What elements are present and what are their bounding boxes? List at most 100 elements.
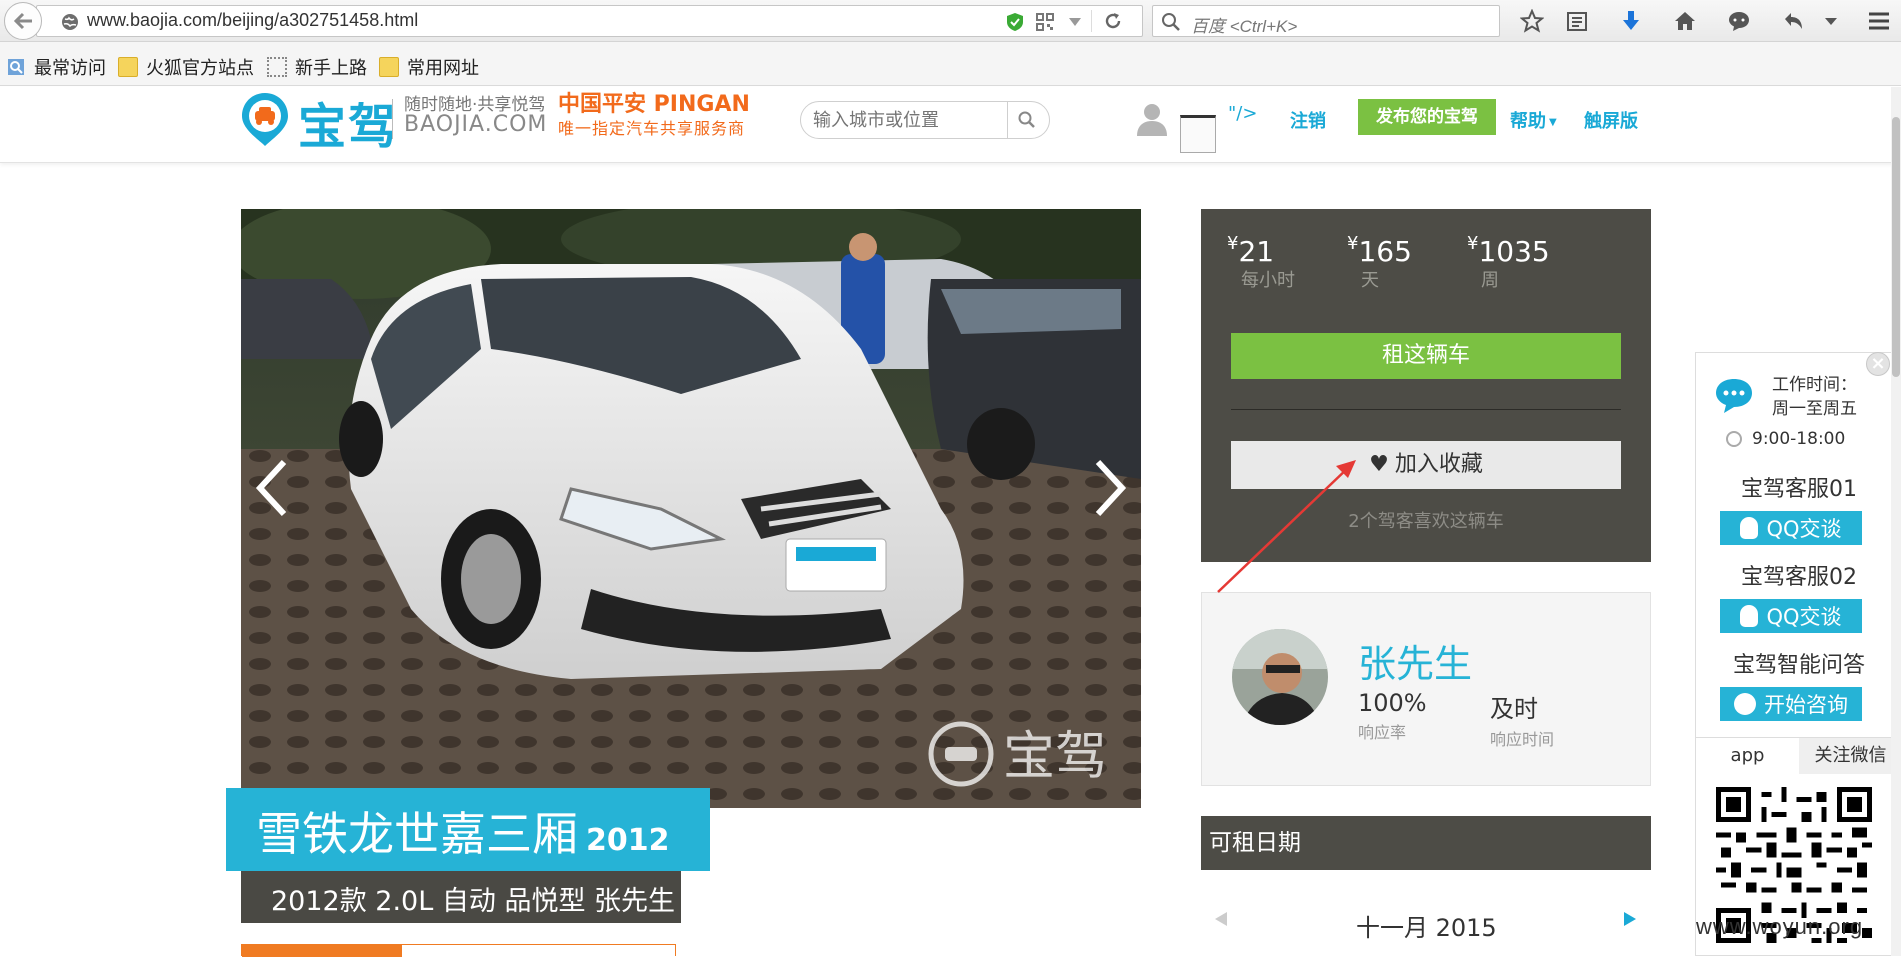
user-avatar-icon[interactable] xyxy=(1134,101,1170,137)
tab-wechat[interactable]: 关注微信 xyxy=(1799,738,1901,774)
bookmark-label: 新手上路 xyxy=(295,58,367,79)
response-rate: 100% 响应率 xyxy=(1358,689,1427,743)
bookmark-label: 火狐官方站点 xyxy=(146,58,254,79)
work-hours: 9:00-18:00 xyxy=(1726,429,1845,449)
search-icon xyxy=(1162,13,1180,31)
heart-icon: ♥ xyxy=(1369,452,1389,477)
agent-name-1: 宝驾客服01 xyxy=(1741,477,1857,502)
likes-count: 2个驾客喜欢这辆车 xyxy=(1348,511,1504,532)
menu-icon[interactable] xyxy=(1866,8,1892,34)
price-value: 1035 xyxy=(1478,235,1550,268)
touch-version-link[interactable]: 触屏版 xyxy=(1584,107,1638,133)
rent-car-button[interactable]: 租这辆车 xyxy=(1231,333,1621,379)
city-search-input[interactable] xyxy=(813,108,1003,132)
detail-tabs[interactable] xyxy=(241,944,676,957)
blank-page-icon xyxy=(267,57,287,77)
bookmark-firefox-sites[interactable]: 火狐官方站点 xyxy=(118,54,254,80)
qq-penguin-icon xyxy=(1740,605,1759,627)
widget-tabs: app 关注微信 xyxy=(1696,737,1901,774)
car-subtitle: 2012款 2.0L 自动 品悦型 张先生 xyxy=(271,886,676,917)
bookmark-star-icon[interactable] xyxy=(1519,8,1545,34)
currency-symbol: ¥ xyxy=(1467,233,1479,254)
folder-icon xyxy=(379,57,399,77)
tab-app[interactable]: app xyxy=(1696,738,1799,774)
shield-icon[interactable] xyxy=(1005,12,1025,32)
calendar-prev-icon[interactable] xyxy=(1215,912,1227,926)
url-text[interactable]: www.baojia.com/beijing/a302751458.html xyxy=(87,10,418,31)
chat-bubble-icon[interactable] xyxy=(1726,8,1752,34)
address-bar[interactable]: www.baojia.com/beijing/a302751458.html xyxy=(36,5,1143,37)
slogan-en: BAOJIA.COM xyxy=(404,112,548,137)
car-photo-image: 宝驾 xyxy=(241,209,1141,808)
price-value: 21 xyxy=(1238,235,1275,268)
bookmarks-bar: 最常访问 火狐官方站点 新手上路 常用网址 xyxy=(0,42,1901,86)
ai-qa-title: 宝驾智能问答 xyxy=(1732,653,1865,678)
price-hourly: ¥21 每小时 xyxy=(1227,233,1295,292)
owner-avatar[interactable] xyxy=(1232,629,1328,725)
city-search-box xyxy=(800,101,1050,139)
logo-text[interactable]: 宝驾 xyxy=(298,87,398,157)
scrollbar-thumb[interactable] xyxy=(1892,117,1900,377)
qq-button-label: QQ交谈 xyxy=(1766,517,1842,541)
chat-bubble-icon xyxy=(1716,379,1752,413)
page-scrollbar[interactable] xyxy=(1891,87,1901,956)
owner-name[interactable]: 张先生 xyxy=(1358,633,1472,688)
logo-divider xyxy=(392,99,393,139)
reading-list-icon[interactable] xyxy=(1564,8,1590,34)
work-time: 工作时间： 周一至周五 xyxy=(1772,373,1857,421)
next-photo-arrow-icon[interactable] xyxy=(1090,458,1130,518)
browser-search-bar[interactable]: 百度 <Ctrl+K> xyxy=(1152,5,1500,37)
qq-button-label: QQ交谈 xyxy=(1766,605,1842,629)
partner-sub: 唯一指定汽车共享服务商 xyxy=(558,119,746,138)
response-time-label: 响应时间 xyxy=(1490,730,1555,749)
currency-symbol: ¥ xyxy=(1347,233,1359,254)
arrow-left-icon xyxy=(13,12,32,30)
work-days: 周一至周五 xyxy=(1772,399,1857,419)
panel-divider xyxy=(1231,409,1621,410)
price-unit: 每小时 xyxy=(1241,270,1295,291)
download-icon[interactable] xyxy=(1618,8,1644,34)
work-hours-text: 9:00-18:00 xyxy=(1752,429,1846,449)
back-button[interactable] xyxy=(4,2,42,40)
photo-watermark: 宝驾 xyxy=(1003,727,1107,787)
undo-icon[interactable] xyxy=(1780,8,1806,34)
start-consult-button[interactable]: 开始咨询 xyxy=(1720,687,1862,721)
consult-button-label: 开始咨询 xyxy=(1764,693,1848,717)
qq-chat-button-2[interactable]: QQ交谈 xyxy=(1720,599,1862,633)
bookmark-most-visited[interactable]: 最常访问 xyxy=(6,54,106,80)
search-icon[interactable] xyxy=(1017,110,1037,130)
magnifier-page-icon xyxy=(8,59,24,75)
detail-tab-active[interactable] xyxy=(242,945,402,957)
availability-heading: 可租日期 xyxy=(1201,816,1651,870)
logout-link[interactable]: 注销 xyxy=(1290,107,1326,133)
chevron-down-icon[interactable] xyxy=(1818,8,1844,34)
add-favorite-button[interactable]: ♥ 加入收藏 xyxy=(1231,441,1621,489)
dropdown-arrow-icon[interactable] xyxy=(1069,18,1081,26)
prev-photo-arrow-icon[interactable] xyxy=(252,458,292,518)
response-rate-label: 响应率 xyxy=(1358,723,1407,742)
bookmark-getting-started[interactable]: 新手上路 xyxy=(267,54,367,80)
bookmark-label: 最常访问 xyxy=(34,58,106,79)
broken-image-icon xyxy=(1180,115,1216,153)
home-icon[interactable] xyxy=(1672,8,1698,34)
work-time-label: 工作时间： xyxy=(1772,375,1857,395)
browser-search-placeholder: 百度 <Ctrl+K> xyxy=(1191,17,1298,36)
help-label: 帮助 xyxy=(1510,111,1546,132)
baojia-logo-icon[interactable] xyxy=(240,91,290,147)
partner-logo: 中国平安 PINGAN 唯一指定汽车共享服务商 xyxy=(558,93,750,141)
publish-car-button[interactable]: 发布您的宝驾 xyxy=(1358,99,1496,135)
bookmark-common-sites[interactable]: 常用网址 xyxy=(379,54,479,80)
close-widget-button[interactable]: × xyxy=(1866,352,1890,376)
calendar-next-icon[interactable] xyxy=(1624,912,1636,926)
response-time: 及时 响应时间 xyxy=(1490,689,1554,750)
agent-name-2: 宝驾客服02 xyxy=(1741,565,1857,590)
customer-service-widget: 工作时间： 周一至周五 9:00-18:00 宝驾客服01 QQ交谈 宝驾客服0… xyxy=(1695,352,1901,956)
qq-chat-button-1[interactable]: QQ交谈 xyxy=(1720,511,1862,545)
currency-symbol: ¥ xyxy=(1227,233,1239,254)
reload-icon[interactable] xyxy=(1103,11,1123,31)
car-photo[interactable]: 宝驾 xyxy=(241,209,1141,808)
price-weekly: ¥1035 周 xyxy=(1467,233,1550,292)
help-menu[interactable]: 帮助 ▼ xyxy=(1510,107,1557,133)
qr-code-icon[interactable] xyxy=(1036,13,1054,31)
calendar-month: 十一月 2015 xyxy=(1356,914,1497,942)
